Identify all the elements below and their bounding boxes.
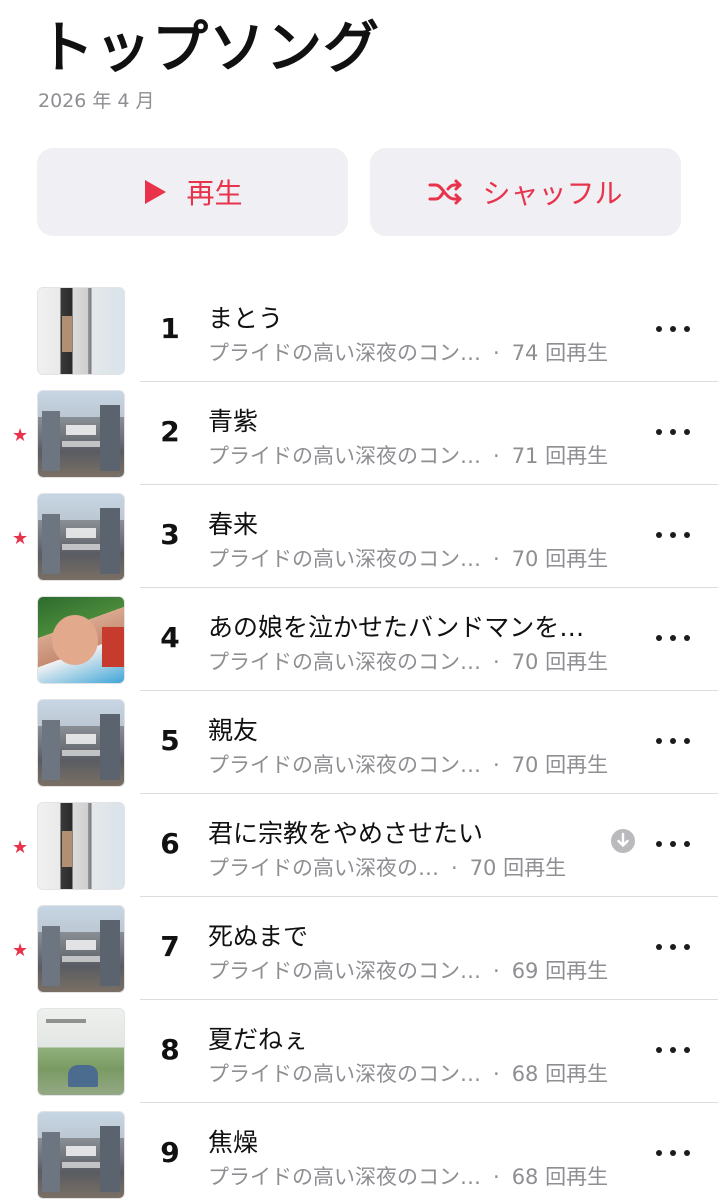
song-plays: 69 回再生 xyxy=(511,959,609,983)
song-meta: プライドの高い深夜のコン… · 68 回再生 xyxy=(208,1161,608,1191)
song-title: 死ぬまで xyxy=(208,922,309,951)
page-title: トップソング xyxy=(38,16,380,81)
more-icon[interactable] xyxy=(656,937,690,957)
download-icon xyxy=(611,829,635,853)
more-icon[interactable] xyxy=(656,628,690,648)
song-row[interactable]: ★ 3 春来プライドの高い深夜のコン… · 70 回再生 xyxy=(0,485,718,588)
song-rank: 4 xyxy=(160,621,180,654)
album-artwork xyxy=(37,390,125,478)
song-plays: 70 回再生 xyxy=(511,753,609,777)
song-meta: プライドの高い深夜の… · 70 回再生 xyxy=(208,852,566,882)
song-rank: 3 xyxy=(160,518,180,551)
meta-separator: · xyxy=(493,341,500,365)
song-row[interactable]: 4 あの娘を泣かせたバンドマンを… プライドの高い深夜のコン… · 70 回再生 xyxy=(0,588,718,691)
song-meta: プライドの高い深夜のコン… · 70 回再生 xyxy=(208,646,608,676)
meta-separator: · xyxy=(493,444,500,468)
song-plays: 70 回再生 xyxy=(511,547,609,571)
song-meta: プライドの高い深夜のコン… · 70 回再生 xyxy=(208,749,608,779)
song-album: プライドの高い深夜のコン… xyxy=(208,650,481,674)
song-row[interactable]: ★ 2 青紫プライドの高い深夜のコン… · 71 回再生 xyxy=(0,382,718,485)
song-album: プライドの高い深夜のコン… xyxy=(208,753,481,777)
play-button[interactable]: 再生 xyxy=(37,148,348,236)
song-row[interactable]: 5 親友プライドの高い深夜のコン… · 70 回再生 xyxy=(0,691,718,794)
more-icon[interactable] xyxy=(656,1040,690,1060)
song-album: プライドの高い深夜のコン… xyxy=(208,1062,481,1086)
shuffle-button[interactable]: シャッフル xyxy=(370,148,681,236)
shuffle-button-label: シャッフル xyxy=(482,177,623,210)
meta-separator: · xyxy=(451,856,458,880)
album-artwork xyxy=(37,905,125,993)
song-meta: プライドの高い深夜のコン… · 71 回再生 xyxy=(208,440,608,470)
song-title: 親友 xyxy=(208,716,259,745)
more-icon[interactable] xyxy=(656,834,690,854)
album-artwork xyxy=(37,1111,125,1199)
album-artwork xyxy=(37,596,125,684)
song-plays: 68 回再生 xyxy=(511,1165,609,1189)
song-plays: 68 回再生 xyxy=(511,1062,609,1086)
meta-separator: · xyxy=(493,1062,500,1086)
more-icon[interactable] xyxy=(656,525,690,545)
star-icon: ★ xyxy=(12,425,29,446)
song-row[interactable]: 1 まとうプライドの高い深夜のコン… · 74 回再生 xyxy=(0,279,718,382)
shuffle-icon xyxy=(428,179,462,205)
star-icon: ★ xyxy=(12,528,29,549)
album-artwork xyxy=(37,1008,125,1096)
album-artwork xyxy=(37,287,125,375)
song-title: 焦燥 xyxy=(208,1128,259,1157)
song-title: 君に宗教をやめさせたい xyxy=(208,819,484,848)
song-meta: プライドの高い深夜のコン… · 74 回再生 xyxy=(208,337,608,367)
more-icon[interactable] xyxy=(656,731,690,751)
song-title: 春来 xyxy=(208,510,259,539)
song-album: プライドの高い深夜のコン… xyxy=(208,959,481,983)
song-rank: 6 xyxy=(160,827,180,860)
song-album: プライドの高い深夜のコン… xyxy=(208,341,481,365)
more-icon[interactable] xyxy=(656,319,690,339)
more-icon[interactable] xyxy=(656,422,690,442)
song-album: プライドの高い深夜の… xyxy=(208,856,439,880)
song-rank: 8 xyxy=(160,1033,180,1066)
play-button-label: 再生 xyxy=(186,177,243,210)
song-plays: 71 回再生 xyxy=(511,444,609,468)
album-artwork xyxy=(37,699,125,787)
song-title: あの娘を泣かせたバンドマンを… xyxy=(208,613,585,642)
song-meta: プライドの高い深夜のコン… · 69 回再生 xyxy=(208,955,608,985)
song-title: 青紫 xyxy=(208,407,259,436)
more-icon[interactable] xyxy=(656,1143,690,1163)
album-artwork xyxy=(37,493,125,581)
header: トップソング 2026 年 4 月 xyxy=(38,14,380,113)
meta-separator: · xyxy=(493,1165,500,1189)
meta-separator: · xyxy=(493,547,500,571)
song-plays: 70 回再生 xyxy=(511,650,609,674)
song-row[interactable]: 8 夏だねぇプライドの高い深夜のコン… · 68 回再生 xyxy=(0,1000,718,1103)
page-subtitle: 2026 年 4 月 xyxy=(38,90,155,112)
song-rank: 9 xyxy=(160,1136,180,1169)
song-album: プライドの高い深夜のコン… xyxy=(208,1165,481,1189)
meta-separator: · xyxy=(493,753,500,777)
song-album: プライドの高い深夜のコン… xyxy=(208,444,481,468)
play-icon xyxy=(145,180,167,204)
song-row[interactable]: 9 焦燥プライドの高い深夜のコン… · 68 回再生 xyxy=(0,1103,718,1200)
song-meta: プライドの高い深夜のコン… · 68 回再生 xyxy=(208,1058,608,1088)
song-album: プライドの高い深夜のコン… xyxy=(208,547,481,571)
song-title: 夏だねぇ xyxy=(208,1025,309,1054)
meta-separator: · xyxy=(493,650,500,674)
song-rank: 7 xyxy=(160,930,180,963)
song-rank: 1 xyxy=(160,312,180,345)
song-row[interactable]: ★ 6 君に宗教をやめさせたいプライドの高い深夜の… · 70 回再生 xyxy=(0,794,718,897)
song-row[interactable]: ★ 7 死ぬまでプライドの高い深夜のコン… · 69 回再生 xyxy=(0,897,718,1000)
song-plays: 74 回再生 xyxy=(511,341,609,365)
song-title: まとう xyxy=(208,304,284,333)
song-meta: プライドの高い深夜のコン… · 70 回再生 xyxy=(208,543,608,573)
song-plays: 70 回再生 xyxy=(469,856,567,880)
action-buttons: 再生 シャッフル xyxy=(37,148,681,236)
meta-separator: · xyxy=(493,959,500,983)
song-rank: 5 xyxy=(160,724,180,757)
album-artwork xyxy=(37,802,125,890)
star-icon: ★ xyxy=(12,837,29,858)
song-list: 1 まとう プライドの高い深夜のコン… · 74 回再生 ★ 2 青紫 プライドの高い深夜のコン… xyxy=(0,279,718,1200)
song-rank: 2 xyxy=(160,415,180,448)
star-icon: ★ xyxy=(12,940,29,961)
